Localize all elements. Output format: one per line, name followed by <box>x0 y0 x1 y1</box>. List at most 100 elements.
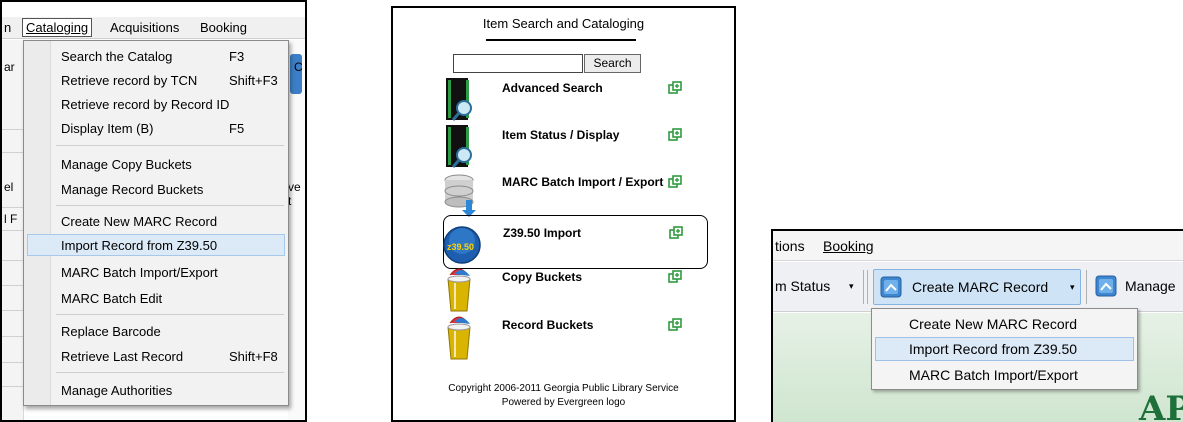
toolbar-separator <box>867 270 868 304</box>
background-text-fragment: l F <box>4 212 18 226</box>
menu-item-shortcut: F3 <box>229 49 245 64</box>
open-new-window-icon[interactable] <box>668 270 682 284</box>
open-new-window-icon[interactable] <box>668 175 682 189</box>
cataloging-dropdown: Search the Catalog F3 Retrieve record by… <box>23 40 289 406</box>
bucket-icon <box>447 316 471 360</box>
manage-button[interactable]: Manage <box>1091 269 1183 305</box>
menu-item-create-new-marc[interactable]: Create New MARC Record <box>875 312 1134 336</box>
menubar: n Cataloging Acquisitions Booking <box>2 17 305 39</box>
menu-item-label: Display Item (B) <box>61 121 154 136</box>
button-label: m Status <box>775 278 831 294</box>
cataloging-menu-panel: n Cataloging Acquisitions Booking ar el … <box>0 0 307 422</box>
menu-item-label: Manage Authorities <box>61 383 173 398</box>
menu-item-create-marc[interactable]: Create New MARC Record <box>27 210 285 232</box>
tool-record-buckets[interactable]: Record Buckets <box>442 313 702 361</box>
toolbar: m Status ▾ Create MARC Record ▾ Manage <box>773 262 1183 312</box>
tool-marc-batch[interactable]: MARC Batch Import / Export <box>442 170 702 218</box>
menu-item-label: Create New MARC Record <box>61 214 218 229</box>
menu-item-label: MARC Batch Import/Export <box>61 265 218 280</box>
menu-item-label: Retrieve Last Record <box>61 349 184 364</box>
menu-item-marc-batch-import[interactable]: MARC Batch Import/Export <box>875 363 1134 387</box>
menu-item-display-item[interactable]: Display Item (B) F5 <box>27 117 285 139</box>
menu-item-copy-buckets[interactable]: Manage Copy Buckets <box>27 153 285 175</box>
open-new-window-icon[interactable] <box>669 226 683 240</box>
tool-copy-buckets[interactable]: Copy Buckets <box>442 265 702 313</box>
menu-booking[interactable]: Booking <box>823 238 874 254</box>
menu-item-label: Replace Barcode <box>61 324 161 339</box>
menu-item-record-buckets[interactable]: Manage Record Buckets <box>27 178 285 200</box>
menu-item-marc-batch-edit[interactable]: MARC Batch Edit <box>27 287 285 309</box>
background-right-strip <box>288 40 305 420</box>
menu-item-label: Manage Copy Buckets <box>61 157 192 172</box>
menu-separator <box>56 372 284 373</box>
z3950-icon-label: z39.50 <box>447 242 475 252</box>
powered-by-text: Powered by Evergreen logo <box>501 397 626 408</box>
tool-item-status[interactable]: Item Status / Display <box>442 123 702 171</box>
menubar: tions Booking <box>773 231 1183 261</box>
menu-item-search-catalog[interactable]: Search the Catalog F3 <box>27 45 285 67</box>
toolbar-separator <box>863 270 864 304</box>
panel-title: Item Search and Cataloging <box>482 16 645 31</box>
menu-item-shortcut: Shift+F8 <box>229 349 278 364</box>
menu-item-shortcut: Shift+F3 <box>229 73 278 88</box>
menu-item-label: Create New MARC Record <box>909 316 1078 332</box>
menu-item-shortcut: F5 <box>229 121 245 136</box>
menu-item-replace-barcode[interactable]: Replace Barcode <box>27 320 285 342</box>
toolbar-separator <box>1086 270 1087 304</box>
bucket-icon <box>447 268 471 312</box>
item-search-panel: Item Search and Cataloging Search Advanc… <box>391 6 736 422</box>
menu-item-retrieve-tcn[interactable]: Retrieve record by TCN Shift+F3 <box>27 69 285 91</box>
search-button[interactable]: Search <box>584 54 641 73</box>
tool-z3950-import[interactable]: z39.50 Z39.50 Import <box>443 215 708 269</box>
menu-item-marc-batch-import[interactable]: MARC Batch Import/Export <box>27 261 285 283</box>
chevron-down-icon: ▾ <box>849 281 854 291</box>
background-text-fragment: C <box>294 60 303 74</box>
background-text-fragment: el <box>4 180 14 194</box>
menu-separator <box>56 145 284 146</box>
menu-item-label: Search the Catalog <box>61 49 173 64</box>
tool-name: Record Buckets <box>502 318 594 332</box>
search-input[interactable] <box>453 54 583 73</box>
menu-separator <box>56 205 284 206</box>
background-text-fragment: ar <box>4 60 15 74</box>
menu-item-retrieve-record-id[interactable]: Retrieve record by Record ID <box>27 93 285 115</box>
tool-name: Z39.50 Import <box>503 226 582 240</box>
item-status-button[interactable]: m Status ▾ <box>773 269 859 305</box>
menu-item-label: Import Record from Z39.50 <box>61 238 218 253</box>
menu-item-label: Retrieve record by Record ID <box>61 97 230 112</box>
open-new-window-icon[interactable] <box>668 128 682 142</box>
menu-item-manage-authorities[interactable]: Manage Authorities <box>27 379 285 401</box>
tool-name: MARC Batch Import / Export <box>502 175 664 189</box>
background-column <box>2 40 24 420</box>
menu-separator <box>56 314 284 315</box>
open-new-window-icon[interactable] <box>668 81 682 95</box>
chevron-down-icon: ▾ <box>1070 282 1075 292</box>
tool-advanced-search[interactable]: Advanced Search <box>442 76 702 124</box>
menu-acquisitions[interactable]: Acquisitions <box>110 20 179 35</box>
background-text-fragment: ve t <box>288 180 301 208</box>
create-marc-record-button[interactable]: Create MARC Record ▾ <box>873 269 1081 305</box>
menu-item-label: MARC Batch Edit <box>61 291 163 306</box>
button-label: Manage <box>1125 278 1176 294</box>
create-marc-dropdown: Create New MARC Record Import Record fro… <box>871 308 1138 390</box>
menu-acquisitions-fragment[interactable]: tions <box>775 238 805 254</box>
marc-record-icon <box>880 276 902 298</box>
footer: Copyright 2006-2011 Georgia Public Libra… <box>393 382 734 410</box>
toolbar-menu-panel: tions Booking m Status ▾ Create MARC Rec… <box>771 229 1183 422</box>
database-icon <box>444 174 476 217</box>
title-underline <box>486 39 636 41</box>
menu-item-import-z3950[interactable]: Import Record from Z39.50 <box>27 234 285 256</box>
book-search-icon <box>446 125 472 168</box>
button-label: Create MARC Record <box>912 279 1049 295</box>
tool-name: Item Status / Display <box>502 128 620 142</box>
open-new-window-icon[interactable] <box>668 318 682 332</box>
menu-item-import-z3950[interactable]: Import Record from Z39.50 <box>875 337 1134 361</box>
menu-cataloging[interactable]: Cataloging <box>22 18 93 37</box>
manage-icon <box>1095 275 1117 297</box>
menu-item-retrieve-last[interactable]: Retrieve Last Record Shift+F8 <box>27 345 285 367</box>
menu-item-label: Manage Record Buckets <box>61 182 204 197</box>
menu-booking[interactable]: Booking <box>200 20 247 35</box>
copyright-text: Copyright 2006-2011 Georgia Public Libra… <box>448 383 679 394</box>
menu-item-label: MARC Batch Import/Export <box>909 367 1078 383</box>
book-search-icon <box>446 78 472 121</box>
